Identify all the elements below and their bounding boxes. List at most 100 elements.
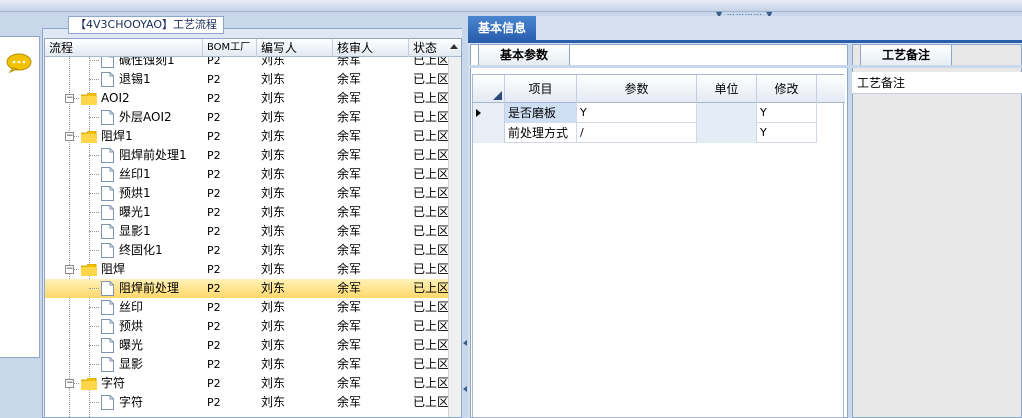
cell-param[interactable]: Y xyxy=(577,103,697,123)
collapse-left-arrow-icon-2[interactable] xyxy=(463,386,467,392)
tree-connector xyxy=(89,212,99,213)
tree-row[interactable]: 丝印1 P2 刘东 余军 已上区 xyxy=(45,165,448,184)
cell-status: 已上区 xyxy=(413,186,448,200)
cell-bom: P2 xyxy=(207,57,221,67)
tree-row[interactable]: 曝光 P2 刘东 余军 已上区 xyxy=(45,336,448,355)
params-grid: 项目 参数 单位 修改 是否磨板 Y Y 前处理方式 / Y xyxy=(472,74,845,418)
cell-bom: P2 xyxy=(207,320,221,333)
cell-param[interactable]: / xyxy=(577,123,697,143)
tab-process-notes[interactable]: 工艺备注 xyxy=(860,44,952,66)
document-icon xyxy=(101,281,114,296)
tree-row[interactable]: 字符 P2 刘东 余军 已上区 xyxy=(45,393,448,412)
cell-bom: P2 xyxy=(207,73,221,86)
params-row[interactable]: 前处理方式 / Y xyxy=(473,123,817,143)
tree-row[interactable]: 显影1 P2 刘东 余军 已上区 xyxy=(45,222,448,241)
cell-unit[interactable] xyxy=(697,123,757,143)
cell-item[interactable]: 是否磨板 xyxy=(505,103,577,123)
cell-reviewer: 余军 xyxy=(337,72,362,86)
tree-node-label: 外层AOI2 xyxy=(119,110,172,124)
cell-bom: P2 xyxy=(207,149,221,162)
cell-status: 已上区 xyxy=(413,110,448,124)
cell-author: 刘东 xyxy=(261,110,286,124)
chat-bubble-icon[interactable] xyxy=(6,53,32,73)
cell-bom: P2 xyxy=(207,206,221,219)
tree-row[interactable]: 退锡1 P2 刘东 余军 已上区 xyxy=(45,70,448,89)
cell-author: 刘东 xyxy=(261,300,286,314)
collapse-toggle-icon[interactable]: − xyxy=(65,379,74,388)
tree-folder-row[interactable]: − AOI2 P2 刘东 余军 已上区 xyxy=(45,89,448,108)
cell-reviewer: 余军 xyxy=(337,395,362,409)
cell-reviewer: 余军 xyxy=(337,148,362,162)
cell-status: 已上区 xyxy=(413,148,448,162)
tree-row[interactable]: 阻焊前处理 P2 刘东 余军 已上区 xyxy=(45,279,448,298)
row-indicator[interactable] xyxy=(473,123,505,143)
col-header-param[interactable]: 参数 xyxy=(577,75,697,103)
tree-row[interactable]: 预烘 P2 刘东 余军 已上区 xyxy=(45,317,448,336)
cell-bom: P2 xyxy=(207,301,221,314)
select-all-corner-icon[interactable] xyxy=(493,91,502,100)
tree-node-label: 丝印 xyxy=(119,300,144,314)
row-indicator-header[interactable] xyxy=(473,75,505,103)
cell-bom: P2 xyxy=(207,339,221,352)
tree-node-label: 曝光 xyxy=(119,338,144,352)
top-toolbar-strip xyxy=(0,0,1022,12)
cell-status: 已上区 xyxy=(413,243,448,257)
tree-row[interactable]: 终固化1 P2 刘东 余军 已上区 xyxy=(45,241,448,260)
tree-node-label: AOI2 xyxy=(101,91,130,105)
tree-connector xyxy=(89,117,99,118)
document-icon xyxy=(101,167,114,182)
side-panel-bottom xyxy=(0,358,40,418)
col-header-modify[interactable]: 修改 xyxy=(757,75,817,103)
tree-scrollbar[interactable] xyxy=(448,57,461,417)
cell-modify[interactable]: Y xyxy=(757,123,817,143)
tree-connector xyxy=(89,402,99,403)
tree-connector xyxy=(89,250,99,251)
cell-modify[interactable]: Y xyxy=(757,103,817,123)
tree-node-label: 字符 xyxy=(119,395,144,409)
cell-reviewer: 余军 xyxy=(337,338,362,352)
collapse-toggle-icon[interactable]: − xyxy=(65,94,74,103)
cell-reviewer: 余军 xyxy=(337,376,362,390)
cell-status: 已上区 xyxy=(413,167,448,181)
collapse-toggle-icon[interactable]: − xyxy=(65,132,74,141)
tree-folder-row[interactable]: − 字符 P2 刘东 余军 已上区 xyxy=(45,374,448,393)
collapse-toggle-icon[interactable]: − xyxy=(65,265,74,274)
tree-row[interactable]: 外层AOI2 P2 刘东 余军 已上区 xyxy=(45,108,448,127)
tree-row[interactable]: 曝光1 P2 刘东 余军 已上区 xyxy=(45,203,448,222)
col-header-bom-factory[interactable]: BOM工厂 xyxy=(203,39,257,57)
header-scroll-up-icon[interactable] xyxy=(450,44,458,49)
tree-row[interactable]: 阻焊前处理1 P2 刘东 余军 已上区 xyxy=(45,146,448,165)
cell-status: 已上区 xyxy=(413,129,448,143)
tree-connector xyxy=(89,326,99,327)
col-header-reviewer[interactable]: 核审人 xyxy=(333,39,409,57)
cell-author: 刘东 xyxy=(261,186,286,200)
tree-row[interactable]: 碱性蚀刻1 P2 刘东 余军 已上区 xyxy=(45,57,448,70)
tree-folder-row[interactable]: − 阻焊 P2 刘东 余军 已上区 xyxy=(45,260,448,279)
col-header-author[interactable]: 编写人 xyxy=(257,39,333,57)
folder-icon xyxy=(81,264,97,276)
tree-folder-row[interactable]: − 阻焊1 P2 刘东 余军 已上区 xyxy=(45,127,448,146)
cell-reviewer: 余军 xyxy=(337,205,362,219)
cell-unit[interactable] xyxy=(697,103,757,123)
col-header-item[interactable]: 项目 xyxy=(505,75,577,103)
folder-icon xyxy=(81,131,97,143)
tree-row[interactable]: 丝印 P2 刘东 余军 已上区 xyxy=(45,298,448,317)
cell-bom: P2 xyxy=(207,282,221,295)
params-row[interactable]: 是否磨板 Y Y xyxy=(473,103,817,123)
tree-row[interactable]: 预烘1 P2 刘东 余军 已上区 xyxy=(45,184,448,203)
col-header-process[interactable]: 流程 xyxy=(45,39,203,57)
tab-basic-params[interactable]: 基本参数 xyxy=(478,44,570,66)
tab-basic-info[interactable]: 基本信息 xyxy=(468,16,536,40)
tree-header: 流程 BOM工厂 编写人 核审人 状态 xyxy=(45,39,461,57)
document-icon xyxy=(101,357,114,372)
document-icon xyxy=(101,72,114,87)
col-header-unit[interactable]: 单位 xyxy=(697,75,757,103)
collapse-left-arrow-icon[interactable] xyxy=(463,340,467,346)
tree-row[interactable]: 显影 P2 刘东 余军 已上区 xyxy=(45,355,448,374)
cell-reviewer: 余军 xyxy=(337,243,362,257)
notes-panel xyxy=(852,44,1022,418)
row-indicator[interactable] xyxy=(473,103,505,123)
document-icon xyxy=(101,243,114,258)
cell-item[interactable]: 前处理方式 xyxy=(505,123,577,143)
cell-reviewer: 余军 xyxy=(337,110,362,124)
